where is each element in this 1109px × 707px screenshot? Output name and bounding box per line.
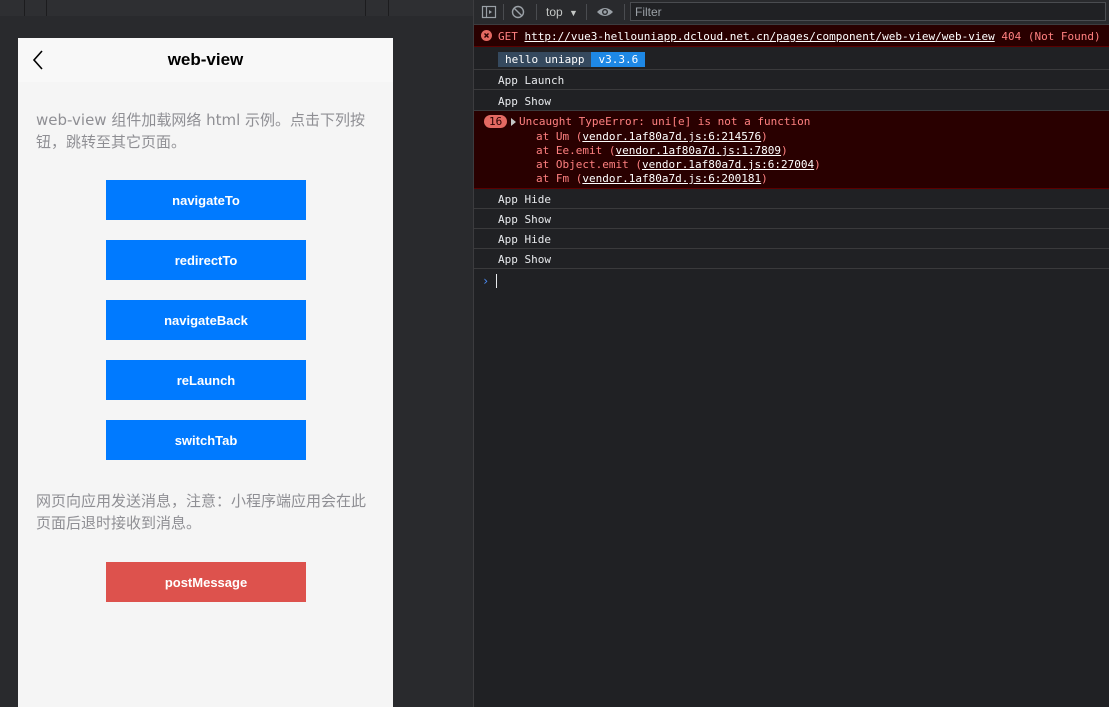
log-text: App Hide xyxy=(498,193,551,206)
context-select[interactable]: top ▼ xyxy=(546,5,578,19)
log-text: App Hide xyxy=(498,233,551,246)
http-status: 404 (Not Found) xyxy=(1001,30,1101,43)
error-url-link[interactable]: http://vue3-hellouniapp.dcloud.net.cn/pa… xyxy=(525,30,995,43)
toolbar-separator xyxy=(586,4,587,20)
network-error-row: GET http://vue3-hellouniapp.dcloud.net.c… xyxy=(474,25,1109,47)
error-icon xyxy=(481,30,492,41)
log-row: App Hide xyxy=(474,189,1109,209)
context-label: top xyxy=(546,5,563,19)
stack-link[interactable]: vendor.1af80a7d.js:6:214576 xyxy=(582,130,761,143)
toolbar-separator xyxy=(388,0,389,16)
toolbar-separator xyxy=(536,4,537,20)
dropdown-arrow-icon: ▼ xyxy=(569,8,578,18)
stack-prefix: at Fm ( xyxy=(536,172,583,185)
stack-suffix: ) xyxy=(781,144,788,157)
repeat-count-badge: 16 xyxy=(484,115,508,128)
stack-line: at Object.emit (vendor.1af80a7d.js:6:270… xyxy=(536,158,821,171)
page-title: web-view xyxy=(167,50,244,69)
filter-input[interactable] xyxy=(630,2,1106,21)
stack-line: at Um (vendor.1af80a7d.js:6:214576) xyxy=(536,130,768,143)
stack-suffix: ) xyxy=(761,172,768,185)
simulator-toolbar xyxy=(0,0,473,16)
stack-suffix: ) xyxy=(814,158,821,171)
post-message-note: 网页向应用发送消息，注意：小程序端应用会在此页面后退时接收到消息。 xyxy=(36,492,367,532)
stack-prefix: at Object.emit ( xyxy=(536,158,642,171)
navigate-to-button[interactable]: navigateTo xyxy=(106,180,306,220)
simulator-pane: web-view web-view 组件加载网络 html 示例。点击下列按钮，… xyxy=(0,0,473,707)
log-row: App Launch xyxy=(474,70,1109,90)
http-method: GET xyxy=(498,30,518,43)
toolbar-separator xyxy=(503,4,504,20)
log-text: App Show xyxy=(498,213,551,226)
toolbar-separator xyxy=(365,0,366,16)
stack-link[interactable]: vendor.1af80a7d.js:1:7809 xyxy=(615,144,781,157)
log-row-version: hello uniapp v3.3.6 xyxy=(474,48,1109,70)
stack-link[interactable]: vendor.1af80a7d.js:6:200181 xyxy=(582,172,761,185)
type-error-row: 16 Uncaught TypeError: uni[e] is not a f… xyxy=(474,111,1109,189)
toolbar-separator xyxy=(624,4,625,20)
toolbar-separator xyxy=(24,0,25,16)
navigate-back-button[interactable]: navigateBack xyxy=(106,300,306,340)
intro-text: web-view 组件加载网络 html 示例。点击下列按钮，跳转至其它页面。 xyxy=(36,111,366,151)
relaunch-button[interactable]: reLaunch xyxy=(106,360,306,400)
redirect-to-button[interactable]: redirectTo xyxy=(106,240,306,280)
stack-prefix: at Ee.emit ( xyxy=(536,144,616,157)
switch-tab-button[interactable]: switchTab xyxy=(106,420,306,460)
nav-bar: web-view xyxy=(18,38,393,82)
sidebar-toggle-icon[interactable] xyxy=(481,4,497,20)
version-badge: v3.3.6 xyxy=(591,52,646,67)
log-row: App Show xyxy=(474,90,1109,111)
console-toolbar: top ▼ xyxy=(474,0,1109,25)
stack-line: at Fm (vendor.1af80a7d.js:6:200181) xyxy=(536,172,768,185)
log-row: App Hide xyxy=(474,229,1109,249)
stack-suffix: ) xyxy=(761,130,768,143)
stack-line: at Ee.emit (vendor.1af80a7d.js:1:7809) xyxy=(536,144,788,157)
phone-screen: web-view web-view 组件加载网络 html 示例。点击下列按钮，… xyxy=(18,38,393,707)
stack-prefix: at Um ( xyxy=(536,130,583,143)
clear-console-icon[interactable] xyxy=(510,4,526,20)
console-prompt-icon: › xyxy=(482,274,490,288)
network-error-text: GET http://vue3-hellouniapp.dcloud.net.c… xyxy=(498,30,1101,43)
log-row: App Show xyxy=(474,209,1109,229)
version-badge-group: hello uniapp v3.3.6 xyxy=(498,52,646,67)
stack-link[interactable]: vendor.1af80a7d.js:6:27004 xyxy=(642,158,814,171)
log-text: App Launch xyxy=(498,74,565,87)
console-input-caret[interactable] xyxy=(496,274,497,288)
log-text: App Show xyxy=(498,253,551,266)
app-name-badge: hello uniapp xyxy=(498,52,592,67)
log-text: App Show xyxy=(498,95,551,108)
error-message: Uncaught TypeError: uni[e] is not a func… xyxy=(519,115,811,128)
toolbar-separator xyxy=(46,0,47,16)
expand-triangle-icon[interactable] xyxy=(511,118,516,126)
eye-icon[interactable] xyxy=(596,4,613,20)
devtools-console: top ▼ GET http://vue3-hellouniapp.dcloud… xyxy=(474,0,1109,707)
post-message-button[interactable]: postMessage xyxy=(106,562,306,602)
log-row: App Show xyxy=(474,249,1109,269)
